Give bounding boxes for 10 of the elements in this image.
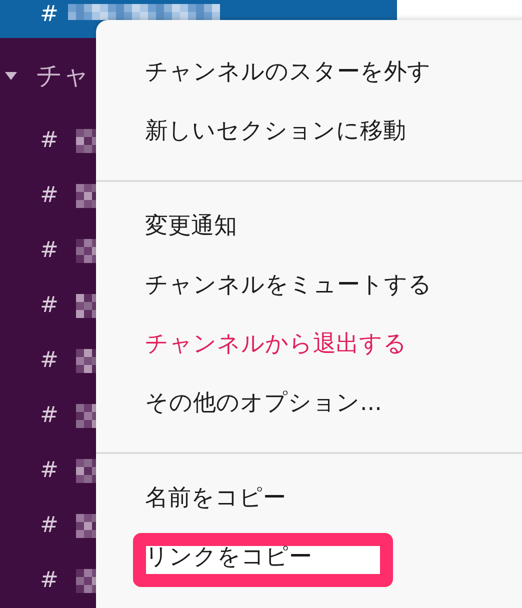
channel-prefix: # [40, 460, 58, 482]
channel-prefix: # [40, 294, 58, 316]
channel-prefix: # [40, 130, 58, 152]
channel-prefix: # [40, 350, 58, 372]
channel-prefix: # [40, 184, 58, 206]
channel-prefix: # [40, 404, 58, 426]
channel-prefix: # [40, 514, 58, 536]
channel-prefix: # [40, 240, 58, 262]
channel-prefix: # [40, 570, 58, 592]
channel-prefix: # [40, 4, 58, 26]
